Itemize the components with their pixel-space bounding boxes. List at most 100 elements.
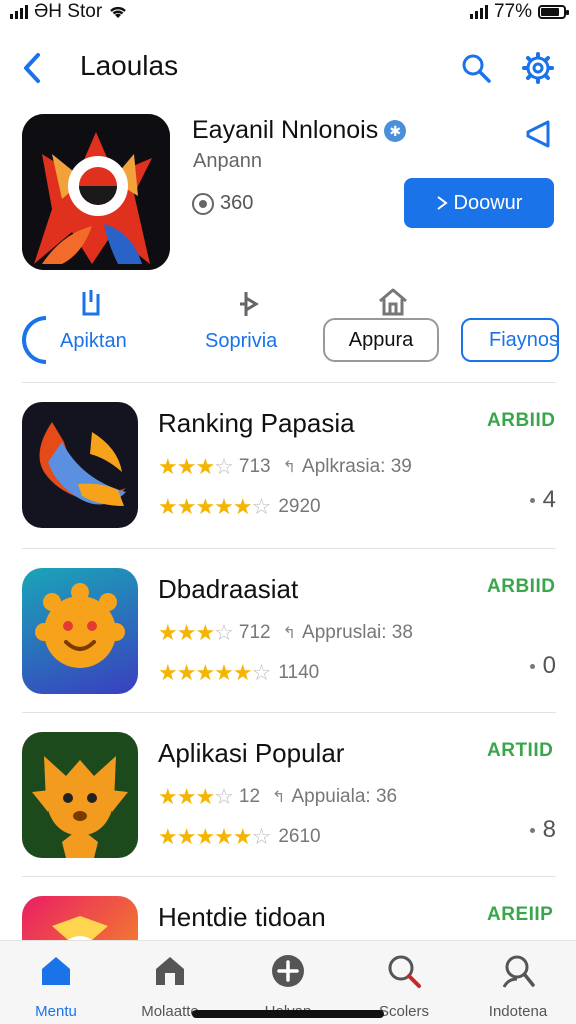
app-icon-4 <box>22 896 138 940</box>
app-count: 8 <box>529 816 556 844</box>
app-reviews: 2920 <box>278 496 321 517</box>
flag-icon <box>240 292 259 316</box>
app-count-value: 4 <box>542 486 556 513</box>
star-rating-icon: ★★★ ☆ <box>158 620 234 645</box>
share-button[interactable] <box>522 118 554 150</box>
app-badge: ARTIID <box>487 740 554 761</box>
app-badge: ARBIID <box>487 410 556 431</box>
category-fiaynos[interactable]: Fiaynos <box>461 318 559 362</box>
star-rating-icon: ★★★ ☆ <box>158 784 234 809</box>
share-icon <box>526 120 550 148</box>
scroll-indicator <box>22 316 46 364</box>
app-reviews: 1140 <box>278 662 320 683</box>
battery-percent: 77% <box>493 1 532 22</box>
app-rating: 712 <box>238 622 271 643</box>
status-left: ƏH Stor <box>10 1 128 23</box>
featured-app-meta: 360 <box>192 192 253 215</box>
tab-molaatte[interactable]: Molaatte <box>122 949 218 1020</box>
list-item[interactable]: Ranking Papasia ARBIID ★★★ ☆ 713 ↰ Aplkra… <box>0 402 576 562</box>
star-rating-icon: ★★★ ☆ <box>158 454 234 479</box>
star-rating-icon: ★★★★★ ☆ <box>158 824 271 849</box>
featured-app-subtitle: Anpann <box>193 150 262 172</box>
app-count-value: 0 <box>542 652 556 679</box>
page-title: Laoulas <box>80 50 179 81</box>
app-icon-3 <box>22 732 138 858</box>
category-apiktan[interactable]: Apiktan <box>22 286 162 366</box>
app-rating: 12 <box>238 786 261 807</box>
signal-icon-right <box>469 5 488 19</box>
carrier-label: ƏH Stor <box>34 1 103 22</box>
app-review-line: ★★★★★ ☆ 2610 <box>158 824 321 850</box>
app-review-line: ★★★★★ ☆ 1140 <box>158 660 319 686</box>
tab-scolers[interactable]: Scolers <box>356 949 452 1020</box>
play-icon <box>436 196 448 210</box>
star-rating-icon: ★★★★★ ☆ <box>158 494 271 519</box>
app-category: Aplkrasia: 39 <box>302 456 412 477</box>
app-review-line: ★★★★★ ☆ 2920 <box>158 494 321 520</box>
tab-home[interactable]: Mentu <box>8 949 104 1020</box>
battery-icon <box>538 5 569 19</box>
gear-icon <box>522 52 554 84</box>
star-rating-icon: ★★★★★ ☆ <box>158 660 271 685</box>
home-icon <box>42 957 70 985</box>
search-icon <box>388 955 421 988</box>
home-indicator <box>192 1010 384 1018</box>
app-count-value: 8 <box>542 816 556 843</box>
list-item[interactable]: Hentdie tidoan AREIIP <box>0 896 576 940</box>
list-item[interactable]: Aplikasi Popular ARTIID ★★★ ☆ 12 ↰ Appuia… <box>0 732 576 892</box>
tab-indotena[interactable]: Indotena <box>470 949 566 1020</box>
settings-button[interactable] <box>518 48 558 88</box>
tab-indotena-label: Indotena <box>488 1003 548 1020</box>
app-name: Aplikasi Popular <box>158 738 345 768</box>
app-badge: ARBIID <box>487 576 556 597</box>
arrow-icon: ↰ <box>282 625 297 642</box>
rating-badge-icon <box>192 192 214 215</box>
app-logo-icon <box>22 114 170 270</box>
search-button[interactable] <box>456 48 496 88</box>
category-fiaynos-label: Fiaynos <box>489 328 559 351</box>
app-rating-line: ★★★ ☆ 12 ↰ Appuiala: 36 <box>158 784 397 810</box>
featured-app-icon[interactable] <box>22 114 170 270</box>
verified-icon: ✱ <box>384 119 407 142</box>
category-soprivia[interactable]: Soprivia <box>200 286 290 366</box>
store-icon <box>156 957 184 985</box>
app-count: 4 <box>529 486 556 514</box>
app-name: Hentdie tidoan <box>158 902 326 932</box>
featured-app-meta-value: 360 <box>220 192 254 214</box>
app-reviews: 2610 <box>278 826 321 847</box>
featured-app-title: Eayanil Nnlonois <box>192 116 379 144</box>
download-button-label: Doowur <box>453 191 523 214</box>
status-right: 77% <box>469 1 569 23</box>
divider <box>22 876 556 877</box>
signal-icon <box>10 5 28 19</box>
download-button[interactable]: Doowur <box>404 178 554 228</box>
divider <box>22 548 556 549</box>
wifi-icon <box>110 6 127 18</box>
home-outline-icon <box>379 288 407 316</box>
back-button[interactable] <box>16 48 48 88</box>
status-bar: ƏH Stor 77% <box>0 0 576 24</box>
phone-icon <box>82 290 100 316</box>
tab-helvan[interactable]: Helvan <box>240 949 336 1020</box>
app-name: Ranking Papasia <box>158 408 355 438</box>
app-count: 0 <box>529 652 556 680</box>
chevron-left-icon <box>24 53 40 83</box>
arrow-icon: ↰ <box>282 459 297 476</box>
divider <box>22 382 556 383</box>
arrow-icon: ↰ <box>272 789 286 806</box>
app-rating-line: ★★★ ☆ 713 ↰ Aplkrasia: 39 <box>158 454 412 480</box>
app-header: Laoulas <box>0 40 576 96</box>
category-appura-label: Appura <box>348 328 414 351</box>
add-circle-icon <box>272 955 304 987</box>
app-badge: AREIIP <box>487 904 554 925</box>
app-icon-1 <box>22 402 138 528</box>
app-rating: 713 <box>238 456 271 477</box>
app-name: Dbadraasiat <box>158 574 299 604</box>
category-soprivia-label: Soprivia <box>205 330 278 352</box>
list-item[interactable]: Dbadraasiat ARBIID ★★★ ☆ 712 ↰ Appruslai:… <box>0 568 576 728</box>
app-category: Appruslai: 38 <box>302 622 413 643</box>
category-appura[interactable]: Appura <box>323 318 439 362</box>
profile-icon <box>502 955 535 988</box>
category-row: Apiktan Soprivia Appura Fiaynos <box>0 286 576 370</box>
tab-home-label: Mentu <box>35 1003 77 1020</box>
